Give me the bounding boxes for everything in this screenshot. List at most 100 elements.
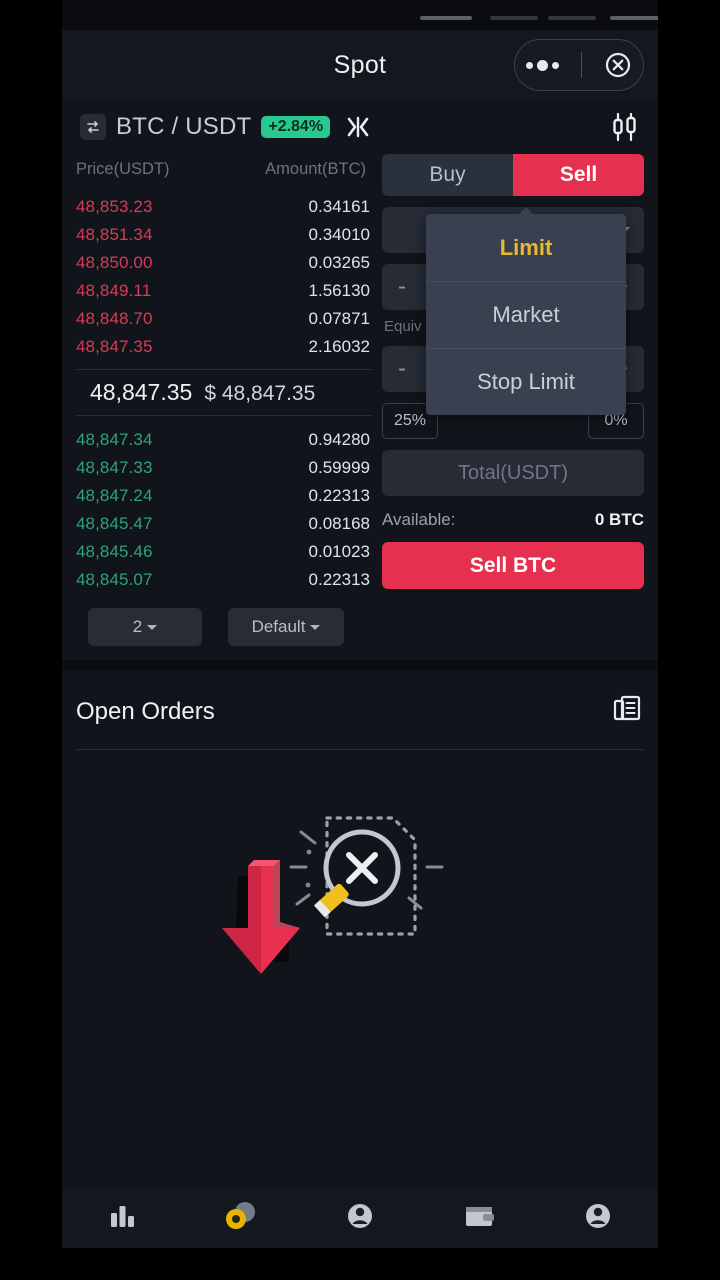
order-book: Price(USDT) Amount(BTC) 48,853.23 0.3416…	[76, 154, 372, 646]
sell-tab[interactable]: Sell	[513, 154, 644, 196]
section-divider	[62, 660, 658, 670]
sidebar-item-markets[interactable]	[62, 1199, 181, 1238]
table-row[interactable]: 48,845.07 0.22313	[76, 566, 372, 594]
submit-sell-button[interactable]: Sell BTC	[382, 542, 644, 589]
sidebar-item-trade[interactable]	[181, 1198, 300, 1239]
decimals-value: 2	[132, 617, 143, 636]
coins-icon	[221, 1198, 261, 1239]
ask-price: 48,848.70	[76, 309, 153, 328]
ask-price: 48,850.00	[76, 253, 153, 272]
price-change-badge: +2.84%	[261, 116, 331, 138]
status-bar-indicator	[548, 16, 596, 20]
order-history-icon[interactable]	[610, 692, 644, 731]
order-type-dropdown: Limit Market Stop Limit	[426, 207, 626, 415]
available-row: Available: 0 BTC	[382, 510, 644, 530]
bottom-letterbox	[62, 1248, 658, 1280]
ask-amount: 0.07871	[308, 309, 370, 328]
table-row[interactable]: 48,853.23 0.34161	[76, 193, 372, 221]
table-row[interactable]: 48,847.33 0.59999	[76, 454, 372, 482]
price-decrement-button[interactable]: -	[398, 273, 406, 301]
amount-decrement-button[interactable]: -	[398, 355, 406, 383]
bid-amount: 0.94280	[308, 430, 370, 449]
last-price-fiat: $ 48,847.35	[204, 382, 316, 405]
swap-arrows-icon[interactable]	[80, 114, 106, 140]
display-mode-selector[interactable]: Default	[228, 608, 344, 646]
sidebar-item-profile[interactable]	[539, 1199, 658, 1238]
bid-amount: 0.22313	[308, 486, 370, 505]
ask-amount: 0.03265	[308, 253, 370, 272]
sidebar-item-wallet[interactable]	[420, 1199, 539, 1238]
bid-price: 48,847.34	[76, 430, 153, 449]
display-mode-value: Default	[251, 617, 306, 636]
dropdown-option-limit[interactable]: Limit	[426, 214, 626, 281]
order-book-controls: 2 Default	[76, 594, 372, 646]
pair-name[interactable]: BTC / USDT	[116, 113, 251, 141]
total-input[interactable]: Total(USDT)	[382, 450, 644, 496]
bid-price: 48,845.47	[76, 514, 153, 533]
phone-screen: Spot BTC / USDT +2.84% Price(USDT) Amoun…	[62, 0, 658, 1280]
trading-panels: Price(USDT) Amount(BTC) 48,853.23 0.3416…	[62, 154, 658, 646]
dropdown-caret-icon	[518, 207, 534, 215]
bid-amount: 0.59999	[308, 458, 370, 477]
side-toggle: Buy Sell	[382, 154, 644, 196]
ask-rows: 48,853.23 0.34161 48,851.34 0.34010 48,8…	[76, 193, 372, 361]
chevron-down-icon	[147, 624, 158, 630]
table-row[interactable]: 48,845.46 0.01023	[76, 538, 372, 566]
buy-tab[interactable]: Buy	[382, 154, 513, 196]
pair-header: BTC / USDT +2.84%	[62, 100, 658, 154]
table-row[interactable]: 48,845.47 0.08168	[76, 510, 372, 538]
bar-chart-icon	[104, 1199, 140, 1238]
wallet-icon	[461, 1199, 497, 1238]
ask-amount: 1.56130	[308, 281, 370, 300]
ask-price: 48,851.34	[76, 225, 153, 244]
available-label: Available:	[382, 510, 456, 529]
sidebar-item-futures[interactable]	[300, 1199, 419, 1238]
account-icon	[580, 1199, 616, 1238]
bid-price: 48,847.33	[76, 458, 153, 477]
chevron-down-icon	[310, 624, 321, 630]
order-book-header: Price(USDT) Amount(BTC)	[76, 154, 372, 193]
status-bar-indicator	[610, 16, 658, 20]
ask-price: 48,849.11	[76, 281, 152, 300]
dropdown-option-market[interactable]: Market	[426, 281, 626, 348]
table-row[interactable]: 48,848.70 0.07871	[76, 305, 372, 333]
controls-divider	[580, 52, 583, 78]
available-value: 0 BTC	[594, 510, 644, 529]
window-controls	[514, 39, 644, 91]
close-circle-icon[interactable]	[604, 51, 632, 79]
status-bar	[62, 0, 658, 30]
bid-amount: 0.22313	[308, 570, 370, 589]
dropdown-option-stop-limit[interactable]: Stop Limit	[426, 348, 626, 415]
page-title: Spot	[333, 50, 387, 79]
last-price-row: 48,847.35 $ 48,847.35	[76, 369, 372, 416]
decimals-selector[interactable]: 2	[88, 608, 202, 646]
table-row[interactable]: 48,850.00 0.03265	[76, 249, 372, 277]
bid-price: 48,845.46	[76, 542, 153, 561]
open-orders-section: Open Orders	[62, 670, 658, 1130]
title-bar: Spot	[62, 30, 658, 100]
col-price-label: Price(USDT)	[76, 160, 170, 178]
last-price: 48,847.35	[90, 379, 193, 405]
bid-rows: 48,847.34 0.94280 48,847.33 0.59999 48,8…	[76, 426, 372, 594]
person-circle-icon	[342, 1199, 378, 1238]
red-down-arrow-icon	[208, 858, 358, 993]
table-row[interactable]: 48,849.11 1.56130	[76, 277, 372, 305]
table-row[interactable]: 48,847.24 0.22313	[76, 482, 372, 510]
depth-collapse-icon[interactable]	[344, 114, 372, 140]
table-row[interactable]: 48,847.35 2.16032	[76, 333, 372, 361]
ask-amount: 2.16032	[308, 337, 370, 356]
more-dots-icon[interactable]	[525, 59, 559, 71]
status-bar-indicator	[490, 16, 538, 20]
table-row[interactable]: 48,851.34 0.34010	[76, 221, 372, 249]
bid-amount: 0.01023	[308, 542, 370, 561]
table-row[interactable]: 48,847.34 0.94280	[76, 426, 372, 454]
open-orders-header: Open Orders	[76, 692, 644, 749]
candlestick-chart-icon[interactable]	[608, 111, 642, 143]
bottom-nav	[62, 1188, 658, 1248]
empty-state	[76, 750, 644, 1130]
ask-amount: 0.34161	[308, 197, 370, 216]
status-bar-indicator	[420, 16, 472, 20]
ask-price: 48,853.23	[76, 197, 153, 216]
bid-price: 48,845.07	[76, 570, 153, 589]
bid-amount: 0.08168	[308, 514, 370, 533]
